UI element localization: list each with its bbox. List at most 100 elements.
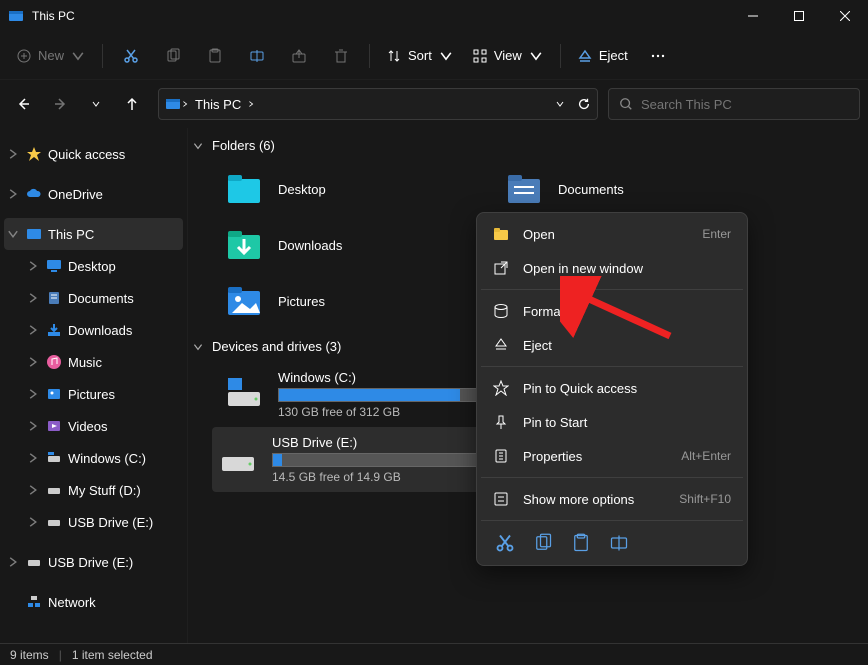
usb-icon [46, 514, 62, 530]
properties-icon [493, 448, 509, 464]
separator [369, 44, 370, 68]
chevron-right-icon [181, 100, 189, 108]
address-bar[interactable]: This PC [158, 88, 598, 120]
paste-button[interactable] [195, 38, 235, 74]
open-icon [493, 226, 509, 242]
context-pin-start[interactable]: Pin to Start [481, 405, 743, 439]
documents-folder-icon [504, 169, 544, 209]
desktop-icon [46, 258, 62, 274]
collapse-icon[interactable] [6, 227, 20, 241]
pc-icon [165, 96, 181, 112]
chevron-down-icon[interactable] [555, 99, 565, 109]
nav-row: This PC [0, 80, 868, 128]
context-open-new-window[interactable]: Open in new window [481, 251, 743, 285]
context-show-more[interactable]: Show more optionsShift+F10 [481, 482, 743, 516]
breadcrumb[interactable]: This PC [189, 97, 247, 112]
context-menu: OpenEnter Open in new window Format... E… [476, 212, 748, 566]
collapse-icon [192, 140, 204, 152]
expand-icon[interactable] [6, 147, 20, 161]
cloud-icon [26, 186, 42, 202]
sidebar-item-this-pc[interactable]: This PC [4, 218, 183, 250]
sidebar-item-videos[interactable]: Videos [0, 410, 187, 442]
separator [481, 366, 743, 367]
up-button[interactable] [116, 88, 148, 120]
folder-downloads[interactable]: Downloads [218, 217, 498, 273]
separator [560, 44, 561, 68]
sidebar-item-desktop[interactable]: Desktop [0, 250, 187, 282]
history-dropdown[interactable] [80, 88, 112, 120]
sidebar-item-documents[interactable]: Documents [0, 282, 187, 314]
windows-drive-icon [224, 372, 264, 412]
cut-icon[interactable] [495, 533, 515, 553]
app-icon [8, 8, 24, 24]
sort-button[interactable]: Sort [378, 38, 462, 74]
search-input[interactable] [641, 97, 849, 112]
context-properties[interactable]: PropertiesAlt+Enter [481, 439, 743, 473]
copy-icon[interactable] [533, 533, 553, 553]
separator [481, 477, 743, 478]
sidebar-item-downloads[interactable]: Downloads [0, 314, 187, 346]
share-button[interactable] [279, 38, 319, 74]
pictures-icon [46, 386, 62, 402]
separator [481, 289, 743, 290]
drive-icon [46, 450, 62, 466]
close-button[interactable] [822, 0, 868, 32]
context-open[interactable]: OpenEnter [481, 217, 743, 251]
context-format[interactable]: Format... [481, 294, 743, 328]
context-eject[interactable]: Eject [481, 328, 743, 362]
rename-button[interactable] [237, 38, 277, 74]
new-window-icon [493, 260, 509, 276]
sidebar-item-network[interactable]: Network [0, 586, 187, 618]
back-button[interactable] [8, 88, 40, 120]
format-icon [493, 303, 509, 319]
context-pin-quick-access[interactable]: Pin to Quick access [481, 371, 743, 405]
sort-label: Sort [408, 48, 432, 63]
more-button[interactable] [638, 38, 678, 74]
sidebar-item-usb-drive[interactable]: USB Drive (E:) [0, 546, 187, 578]
refresh-icon[interactable] [577, 97, 591, 111]
sidebar-item-windows-c[interactable]: Windows (C:) [0, 442, 187, 474]
minimize-button[interactable] [730, 0, 776, 32]
rename-icon[interactable] [609, 533, 629, 553]
sidebar-item-my-stuff[interactable]: My Stuff (D:) [0, 474, 187, 506]
eject-button[interactable]: Eject [569, 38, 636, 74]
sidebar-item-pictures[interactable]: Pictures [0, 378, 187, 410]
collapse-icon [192, 341, 204, 353]
documents-icon [46, 290, 62, 306]
copy-button[interactable] [153, 38, 193, 74]
folder-desktop[interactable]: Desktop [218, 161, 498, 217]
search-box[interactable] [608, 88, 860, 120]
titlebar: This PC [0, 0, 868, 32]
view-label: View [494, 48, 522, 63]
new-button[interactable]: New [8, 38, 94, 74]
sidebar-item-quick-access[interactable]: Quick access [0, 138, 187, 170]
downloads-folder-icon [224, 225, 264, 265]
maximize-button[interactable] [776, 0, 822, 32]
context-action-row [481, 525, 743, 561]
usb-drive-icon [218, 437, 258, 477]
delete-button[interactable] [321, 38, 361, 74]
separator [481, 520, 743, 521]
folder-documents[interactable]: Documents [498, 161, 778, 217]
chevron-right-icon[interactable] [247, 100, 255, 108]
eject-label: Eject [599, 48, 628, 63]
view-button[interactable]: View [464, 38, 552, 74]
sidebar-item-usb-drive[interactable]: USB Drive (E:) [0, 506, 187, 538]
new-label: New [38, 48, 64, 63]
paste-icon[interactable] [571, 533, 591, 553]
forward-button[interactable] [44, 88, 76, 120]
cut-button[interactable] [111, 38, 151, 74]
status-item-count: 9 items [10, 648, 49, 662]
expand-icon[interactable] [6, 187, 20, 201]
sidebar-item-music[interactable]: Music [0, 346, 187, 378]
desktop-folder-icon [224, 169, 264, 209]
group-header-folders[interactable]: Folders (6) [188, 128, 868, 161]
window-title: This PC [32, 9, 730, 23]
pin-icon [493, 414, 509, 430]
drive-icon [46, 482, 62, 498]
sidebar-item-onedrive[interactable]: OneDrive [0, 178, 187, 210]
folder-pictures[interactable]: Pictures [218, 273, 498, 329]
network-icon [26, 594, 42, 610]
eject-icon [493, 337, 509, 353]
star-icon [493, 380, 509, 396]
